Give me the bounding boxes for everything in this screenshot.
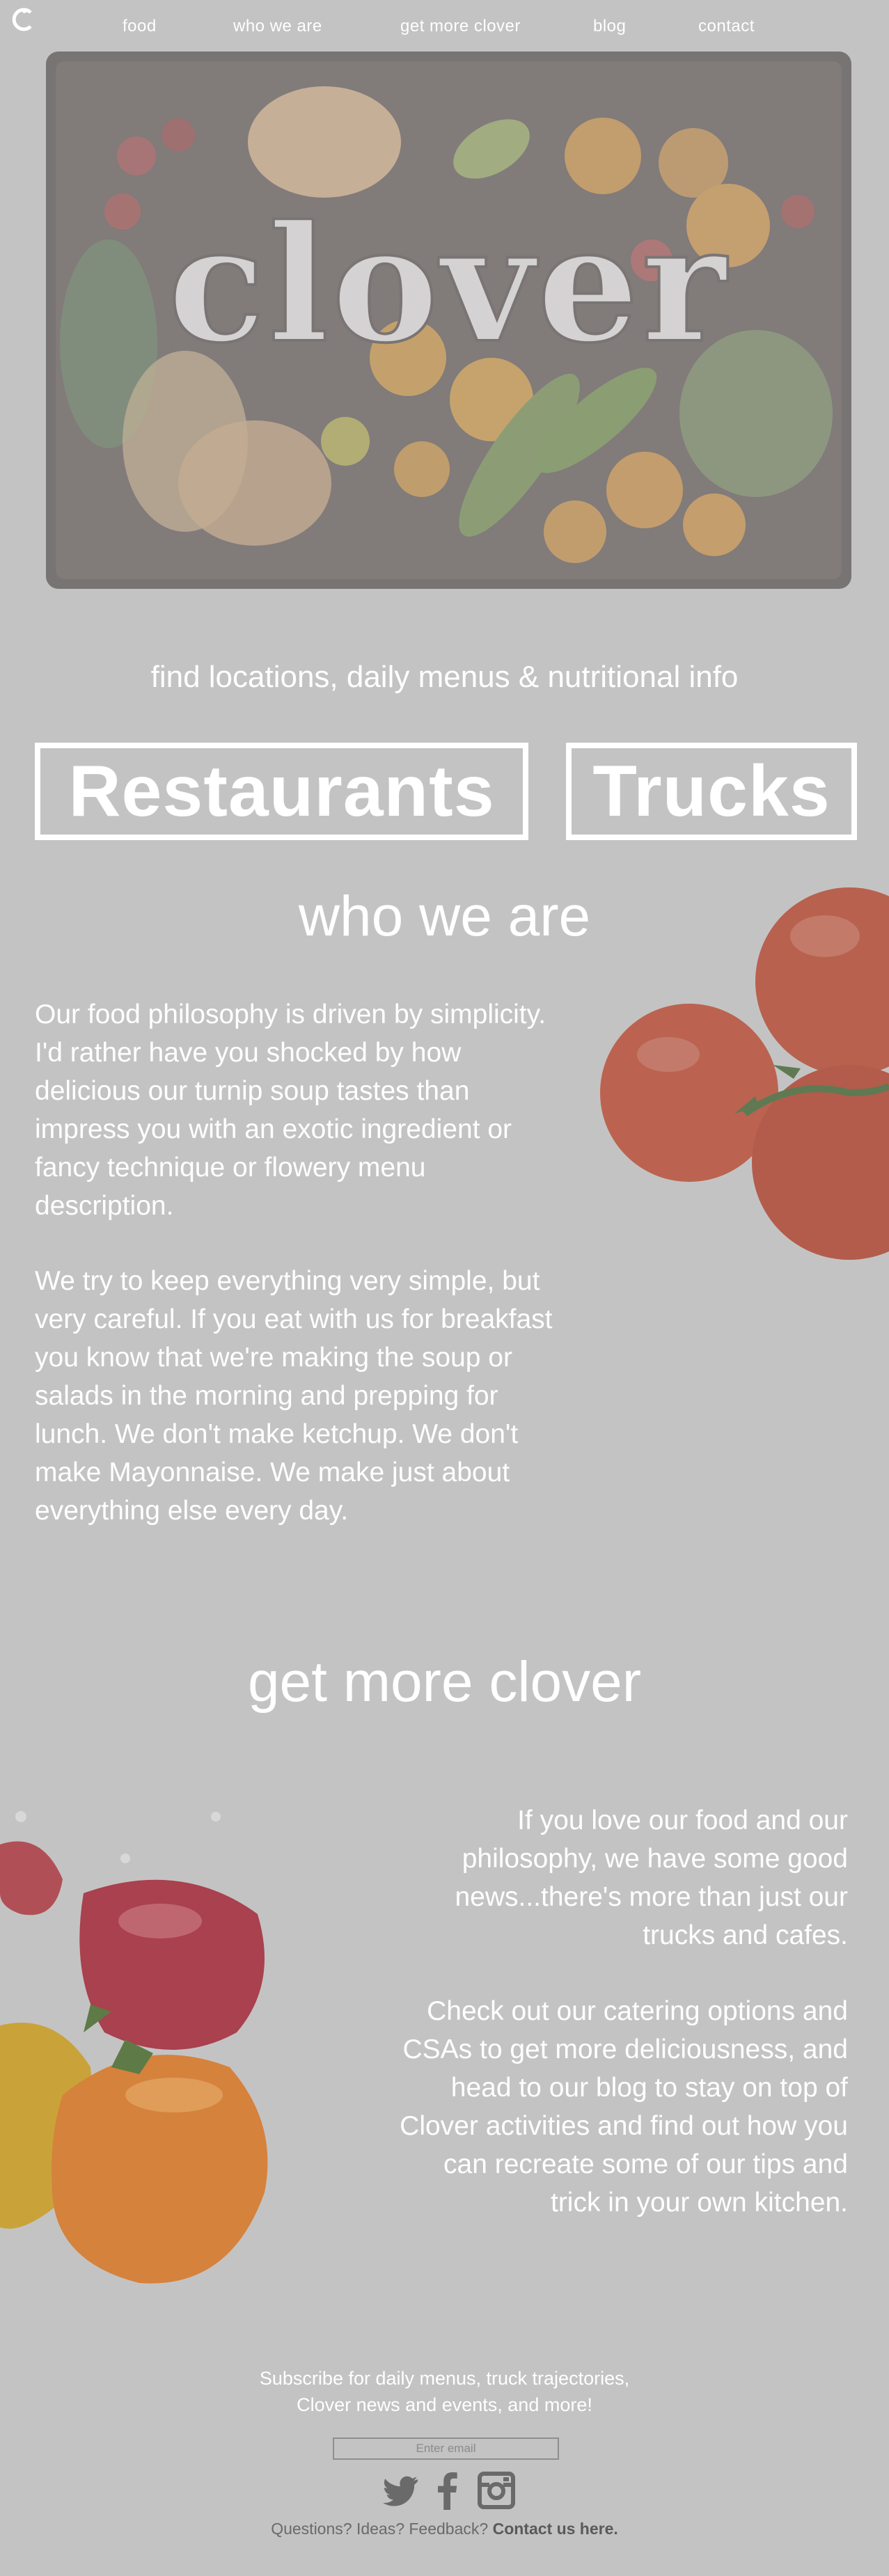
nav-food[interactable]: food (123, 17, 157, 36)
contact-prefix: Questions? Ideas? Feedback? (271, 2520, 493, 2538)
tomatoes-image (600, 887, 889, 1260)
nav-get-more-clover[interactable]: get more clover (400, 17, 521, 36)
restaurants-button[interactable]: Restaurants (35, 743, 528, 840)
more-paragraph-2: Check out our catering options and CSAs … (400, 1996, 848, 2218)
get-more-clover-title: get more clover (247, 1650, 642, 1714)
contact-line: Questions? Ideas? Feedback? Contact us h… (0, 2520, 889, 2538)
subscribe-line-2: Clover news and events, and more! (297, 2394, 592, 2415)
who-paragraph-2: We try to keep everything very simple, b… (35, 1266, 553, 1526)
who-paragraph-1: Our food philosophy is driven by simplic… (35, 999, 546, 1221)
nav-blog[interactable]: blog (593, 17, 626, 36)
peppers-image (0, 1811, 268, 2284)
trucks-button[interactable]: Trucks (566, 743, 857, 840)
subscribe-line-1: Subscribe for daily menus, truck traject… (259, 2368, 630, 2389)
nav-who-we-are[interactable]: who we are (233, 17, 322, 36)
contact-link[interactable]: Contact us here. (493, 2520, 618, 2538)
main-nav: food who we are get more clover blog con… (0, 0, 889, 56)
nav-contact[interactable]: contact (698, 17, 755, 36)
email-input[interactable] (333, 2437, 559, 2460)
instagram-icon[interactable] (478, 2471, 515, 2510)
hero-produce-crate: clover (46, 52, 851, 589)
twitter-icon[interactable] (380, 2471, 419, 2510)
more-paragraph-1: If you love our food and our philosophy,… (455, 1805, 848, 1950)
hero-brand-text: clover (168, 191, 729, 379)
tagline: find locations, daily menus & nutritiona… (150, 660, 739, 694)
facebook-icon[interactable] (435, 2471, 459, 2510)
subscribe-text: Subscribe for daily menus, truck traject… (0, 2365, 889, 2418)
